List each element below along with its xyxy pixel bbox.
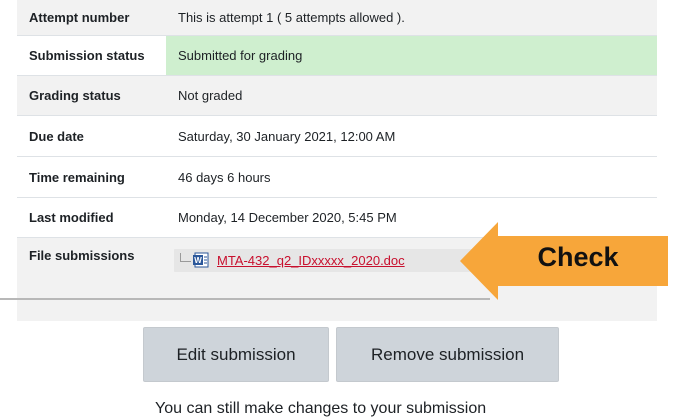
file-submission-item: W MTA-432_q2_IDxxxxx_2020.doc [174, 249, 490, 272]
row-label: Grading status [17, 75, 166, 116]
submission-status-value: Submitted for grading [166, 35, 657, 76]
row-label: File submissions [17, 237, 166, 321]
table-row-grading-status: Grading status Not graded [17, 75, 657, 116]
file-download-link[interactable]: MTA-432_q2_IDxxxxx_2020.doc [217, 253, 405, 268]
table-row-due-date: Due date Saturday, 30 January 2021, 12:0… [17, 115, 657, 157]
tree-connector [180, 253, 191, 262]
callout-label: Check [537, 242, 619, 272]
check-callout-arrow: Check [460, 222, 668, 300]
svg-text:W: W [194, 256, 202, 265]
word-document-icon: W [193, 252, 209, 268]
row-label: Last modified [17, 197, 166, 238]
remove-submission-button[interactable]: Remove submission [336, 327, 559, 382]
table-row-time-remaining: Time remaining 46 days 6 hours [17, 156, 657, 198]
row-value: 46 days 6 hours [166, 156, 657, 198]
edit-submission-button[interactable]: Edit submission [143, 327, 329, 382]
row-value: Saturday, 30 January 2021, 12:00 AM [166, 115, 657, 157]
table-row-submission-status: Submission status Submitted for grading [17, 35, 657, 76]
row-label: Due date [17, 115, 166, 157]
row-label: Submission status [17, 35, 166, 76]
row-value: Not graded [166, 75, 657, 116]
row-label: Time remaining [17, 156, 166, 198]
row-value: This is attempt 1 ( 5 attempts allowed )… [166, 0, 657, 36]
section-divider [0, 298, 490, 300]
footer-note: You can still make changes to your submi… [155, 400, 487, 417]
table-row-attempt-number: Attempt number This is attempt 1 ( 5 att… [17, 0, 657, 36]
row-label: Attempt number [17, 0, 166, 36]
